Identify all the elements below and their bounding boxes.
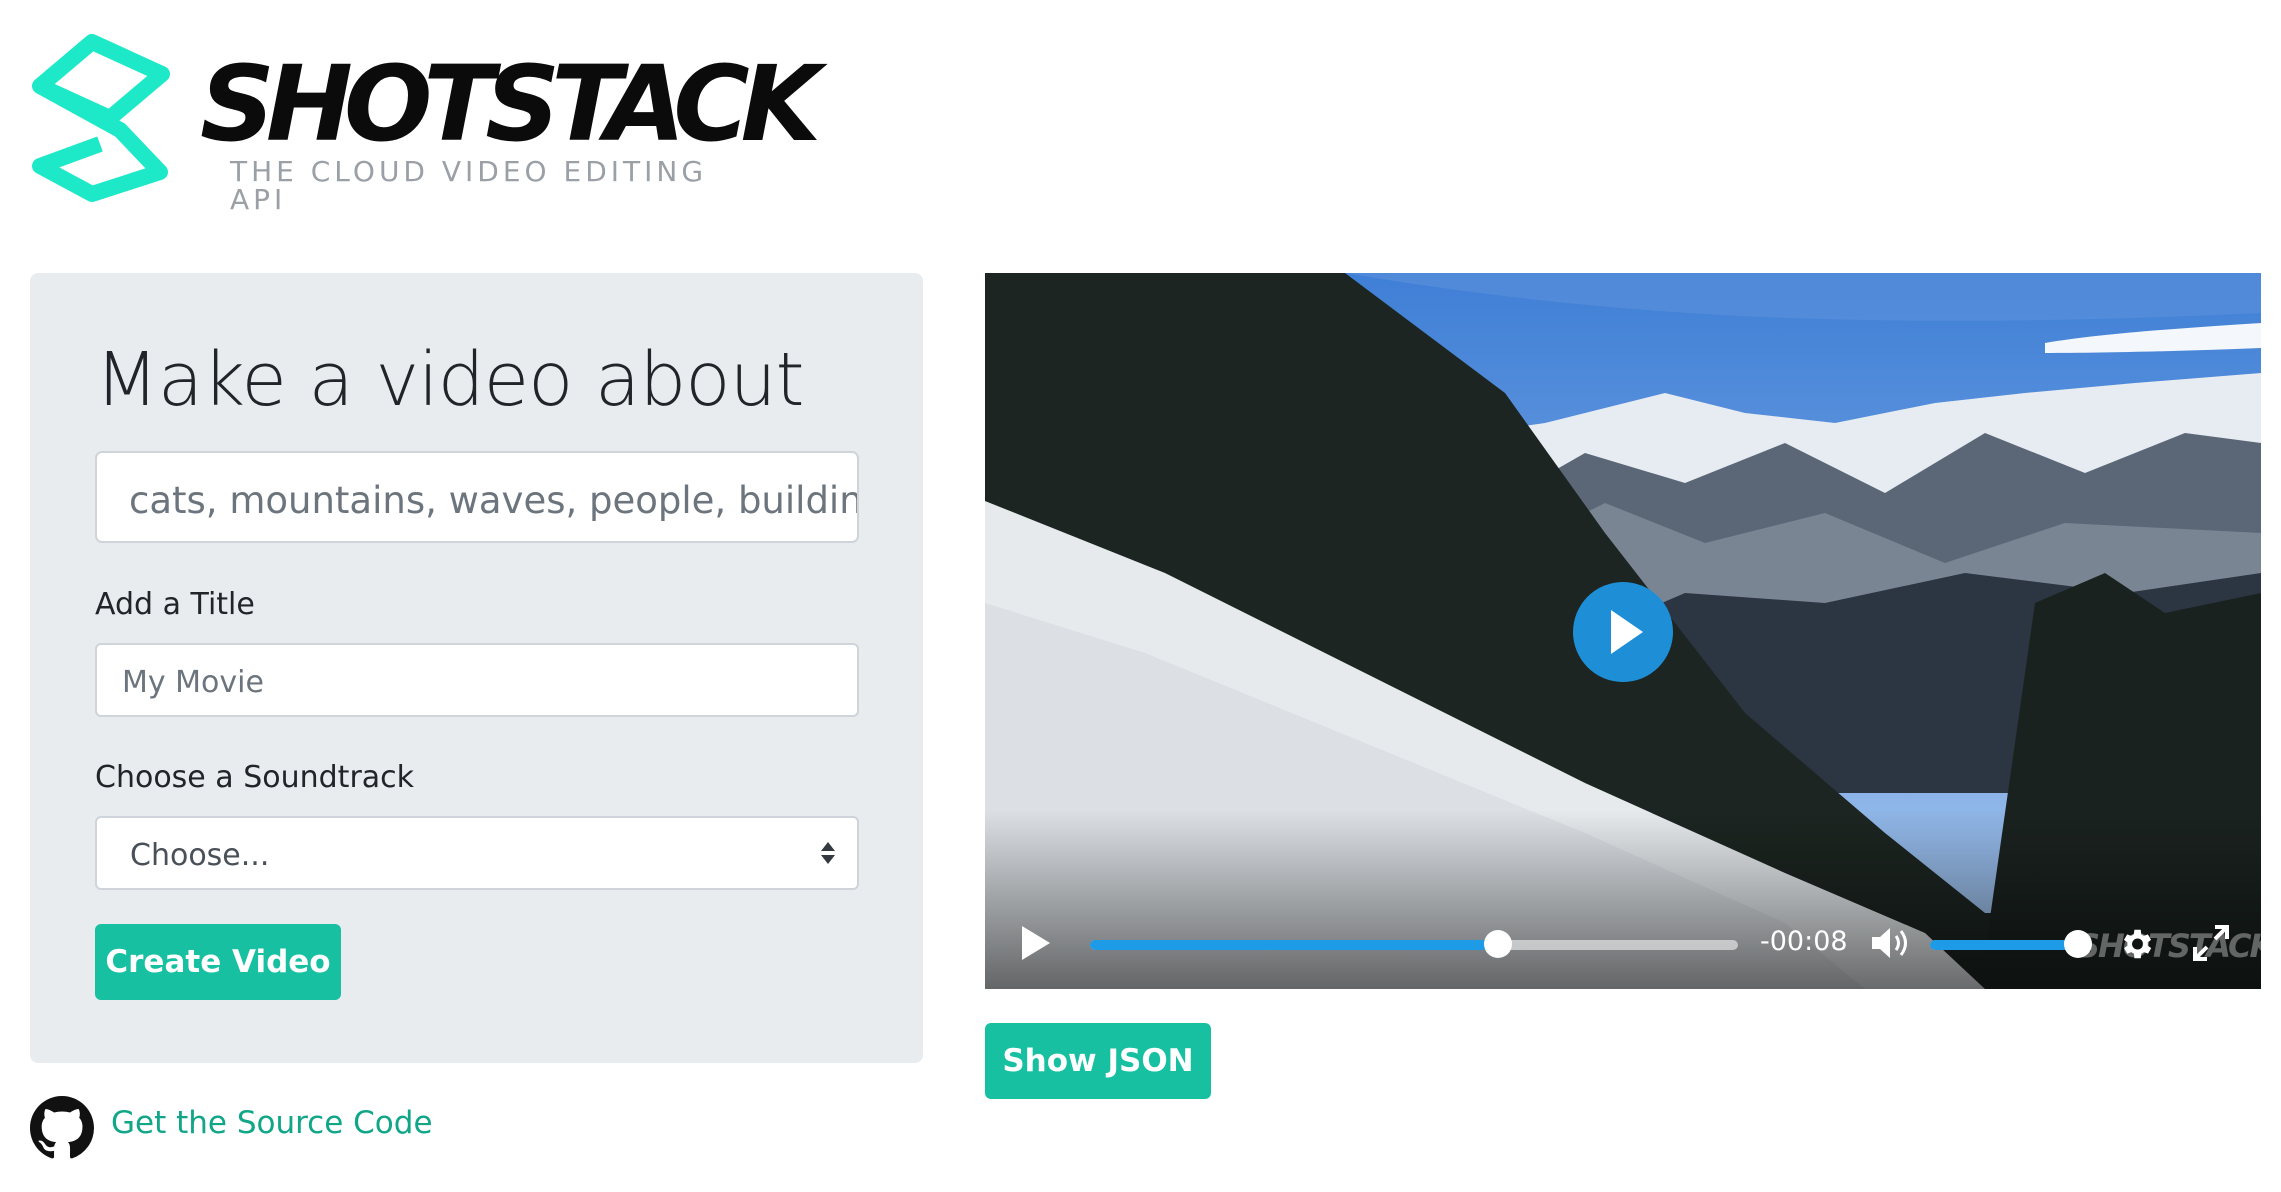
video-watermark: SHOTSTACK (2077, 927, 2261, 965)
progress-thumb[interactable] (1484, 930, 1513, 958)
search-input[interactable]: cats, mountains, waves, people, building (95, 451, 859, 543)
play-icon (1611, 610, 1643, 654)
create-video-button[interactable]: Create Video (95, 924, 341, 1000)
time-remaining: -00:08 (1760, 926, 1848, 957)
title-label: Add a Title (95, 587, 255, 622)
shotstack-logo-icon (32, 34, 170, 202)
volume-icon[interactable] (1870, 926, 1912, 960)
fullscreen-icon[interactable] (2191, 923, 2231, 963)
form-heading: Make a video about (95, 337, 804, 423)
select-caret-icon (821, 842, 835, 864)
video-form-card: Make a video about cats, mountains, wave… (30, 273, 923, 1063)
video-player[interactable]: -00:08 SHOTSTACK (985, 273, 2261, 989)
progress-bar[interactable] (1090, 930, 1738, 958)
brand-logo: SHOTSTACK THE CLOUD VIDEO EDITING API (30, 26, 821, 214)
progress-fill (1090, 940, 1499, 950)
title-input[interactable]: My Movie (95, 643, 859, 717)
soundtrack-select[interactable]: Choose... (95, 816, 859, 890)
player-controls: -00:08 SHOTSTACK (985, 903, 2261, 983)
settings-gear-icon[interactable] (2117, 925, 2155, 963)
show-json-button[interactable]: Show JSON (985, 1023, 1211, 1099)
brand-name: SHOTSTACK (200, 43, 821, 165)
brand-tagline: THE CLOUD VIDEO EDITING API (230, 155, 708, 216)
github-icon[interactable] (30, 1096, 94, 1160)
source-code-link[interactable]: Get the Source Code (111, 1108, 433, 1139)
play-control-icon[interactable] (1022, 926, 1050, 960)
soundtrack-label: Choose a Soundtrack (95, 760, 415, 795)
volume-fill (1930, 940, 2078, 950)
volume-slider[interactable] (1930, 930, 2092, 958)
big-play-button[interactable] (1573, 582, 1673, 682)
soundtrack-selected-value: Choose... (130, 838, 270, 873)
